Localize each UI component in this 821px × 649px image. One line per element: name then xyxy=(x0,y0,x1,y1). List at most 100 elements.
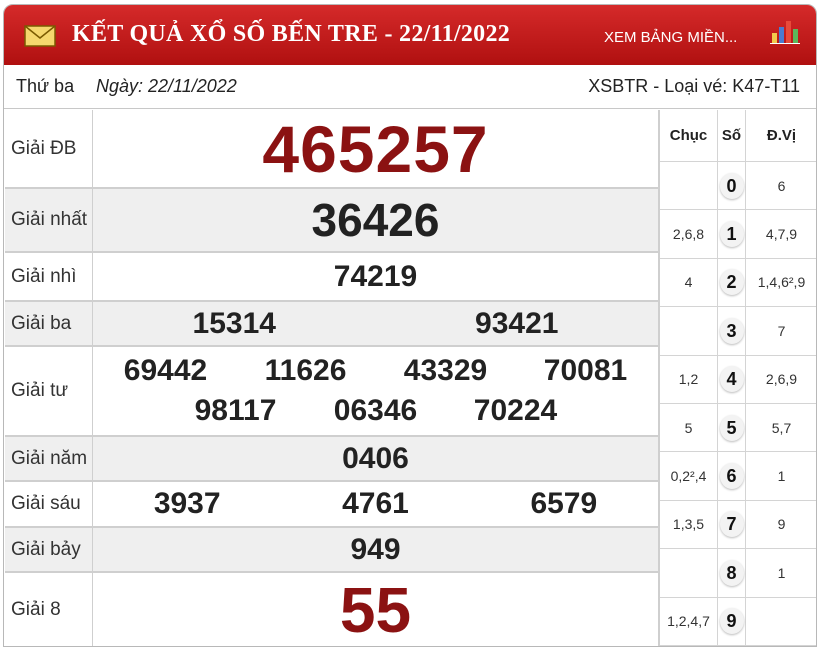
prize-number-g4: 69442 xyxy=(123,354,208,387)
prize-number-db: 465257 xyxy=(262,111,489,186)
loto-row: 1,3,5 7 9 xyxy=(660,500,816,550)
loto-digit-badge: 2 xyxy=(719,269,744,296)
loto-chuc-cell xyxy=(660,307,718,355)
loto-chuc-cell: 1,2 xyxy=(660,355,718,403)
prize-number-g4: 43329 xyxy=(403,354,488,387)
loto-chuc-cell: 1,2,4,7 xyxy=(660,597,718,645)
prize-label: Giải năm xyxy=(5,437,93,480)
loto-row: 1,2,4,7 9 xyxy=(660,597,816,646)
loto-chuc-cell: 0,2²,4 xyxy=(660,452,718,500)
loto-so-cell: 4 xyxy=(718,355,746,403)
prize-number-g4: 70081 xyxy=(543,354,628,387)
loto-chuc-cell xyxy=(660,549,718,597)
prize-row-g3: Giải ba 15314 93421 xyxy=(5,302,658,347)
loto-header-chuc: Chục xyxy=(660,110,718,161)
loto-so-cell: 2 xyxy=(718,258,746,307)
prize-number-g6: 4761 xyxy=(342,487,409,520)
loto-chuc-cell: 5 xyxy=(660,403,718,452)
loto-digit-badge: 6 xyxy=(719,463,744,490)
prize-label: Giải ba xyxy=(5,302,93,345)
prize-number-g4: 11626 xyxy=(264,354,347,387)
loto-header-row: Chục Số Đ.Vị xyxy=(660,110,816,162)
loto-so-cell: 9 xyxy=(718,597,746,645)
loto-chuc-cell xyxy=(660,162,718,210)
prize-row-g7: Giải bảy 949 xyxy=(5,528,658,573)
loto-dv-cell xyxy=(746,598,816,645)
prize-row-g5: Giải năm 0406 xyxy=(5,437,658,482)
loto-chuc-cell: 4 xyxy=(660,258,718,307)
loto-dv-cell: 2,6,9 xyxy=(765,371,798,388)
prize-label: Giải bảy xyxy=(5,528,93,571)
prize-number-g3: 15314 xyxy=(192,306,276,340)
prize-number-g6: 6579 xyxy=(530,487,598,520)
loto-dv-cell: 5,7 xyxy=(771,419,792,436)
loto-so-cell: 5 xyxy=(718,403,746,452)
loto-dv-cell: 6 xyxy=(777,177,786,194)
loto-digit-badge: 9 xyxy=(719,608,744,635)
prize-row-g1: Giải nhất 36426 xyxy=(5,189,658,253)
loto-so-cell: 1 xyxy=(718,210,746,258)
loto-row: 2,6,8 1 4,7,9 xyxy=(660,210,816,259)
prize-row-db: Giải ĐB 465257 xyxy=(5,110,658,189)
loto-so-cell: 3 xyxy=(718,307,746,355)
bar-chart-icon[interactable] xyxy=(768,17,802,45)
prize-label: Giải 8 xyxy=(5,573,93,646)
prize-number-g4: 70224 xyxy=(473,394,558,427)
prize-table: Giải ĐB 465257 Giải nhất 36426 Giải nhì … xyxy=(5,110,658,646)
loto-dv-cell: 1 xyxy=(777,468,786,485)
loto-digit-badge: 7 xyxy=(719,511,744,538)
prize-label: Giải sáu xyxy=(5,482,93,526)
loto-so-cell: 6 xyxy=(718,452,746,500)
loto-digit-badge: 8 xyxy=(719,559,744,586)
loto-so-cell: 8 xyxy=(718,549,746,597)
loto-so-cell: 0 xyxy=(718,162,746,210)
weekday-text: Thứ ba xyxy=(16,76,75,96)
ticket-code: XSBTR - Loại vé: K47-T11 xyxy=(588,76,800,96)
envelope-icon xyxy=(24,25,56,47)
prize-label: Giải tư xyxy=(5,347,93,435)
page-title: KẾT QUẢ XỔ SỐ BẾN TRE - 22/11/2022 xyxy=(72,21,511,47)
loto-row: 4 2 1,4,6²,9 xyxy=(660,258,816,308)
prize-row-g8: Giải 8 55 xyxy=(5,573,658,646)
draw-date: Ngày: 22/11/2022 xyxy=(96,76,237,96)
view-region-link[interactable]: XEM BẢNG MIỀN... xyxy=(604,29,737,46)
prize-row-g2: Giải nhì 74219 xyxy=(5,253,658,302)
prize-number-g4: 98117 xyxy=(194,394,277,427)
loto-digit-badge: 0 xyxy=(719,172,744,199)
loto-table: Chục Số Đ.Vị 0 6 2,6,8 1 4,7,9 4 2 1,4,6²,9 3 7 1,… xyxy=(658,110,816,646)
prize-label: Giải nhì xyxy=(5,253,93,300)
header-bar: KẾT QUẢ XỔ SỐ BẾN TRE - 22/11/2022 XEM B… xyxy=(4,5,816,65)
loto-row: 1,2 4 2,6,9 xyxy=(660,355,816,404)
prize-number-g4: 06346 xyxy=(333,394,418,427)
prize-row-g6: Giải sáu 3937 4761 6579 xyxy=(5,482,658,528)
loto-row: 5 5 5,7 xyxy=(660,403,816,453)
loto-dv-cell: 1,4,6²,9 xyxy=(757,274,806,291)
info-bar: Thứ ba Ngày: 22/11/2022 XSBTR - Loại vé:… xyxy=(4,65,816,109)
result-panel: KẾT QUẢ XỔ SỐ BẾN TRE - 22/11/2022 XEM B… xyxy=(3,4,817,647)
prize-number-g6: 3937 xyxy=(153,487,221,520)
loto-chuc-cell: 2,6,8 xyxy=(660,210,718,258)
loto-dv-cell: 1 xyxy=(777,564,786,581)
loto-row: 81 xyxy=(660,549,816,598)
prize-number-g1: 36426 xyxy=(311,194,440,246)
prize-number-g2: 74219 xyxy=(333,259,418,293)
loto-digit-badge: 3 xyxy=(719,317,744,344)
prize-row-g4: Giải tư 69442 11626 43329 70081 98117 06… xyxy=(5,347,658,437)
loto-row: 0,2²,4 6 1 xyxy=(660,452,816,501)
loto-row: 06 xyxy=(660,162,816,211)
loto-digit-badge: 4 xyxy=(719,366,744,393)
loto-dv-cell: 7 xyxy=(777,322,786,339)
prize-label: Giải nhất xyxy=(5,189,93,251)
prize-number-g7: 949 xyxy=(350,532,401,566)
prize-label: Giải ĐB xyxy=(5,110,93,187)
prize-number-g8: 55 xyxy=(339,574,412,646)
loto-header-so: Số xyxy=(718,110,746,161)
loto-so-cell: 7 xyxy=(718,500,746,549)
loto-header-dv: Đ.Vị xyxy=(766,127,797,144)
loto-digit-badge: 1 xyxy=(719,221,744,248)
loto-chuc-cell: 1,3,5 xyxy=(660,500,718,549)
prize-number-g3: 93421 xyxy=(475,306,559,340)
prize-number-g5: 0406 xyxy=(342,441,409,475)
loto-row: 37 xyxy=(660,307,816,356)
loto-dv-cell: 9 xyxy=(777,516,786,533)
